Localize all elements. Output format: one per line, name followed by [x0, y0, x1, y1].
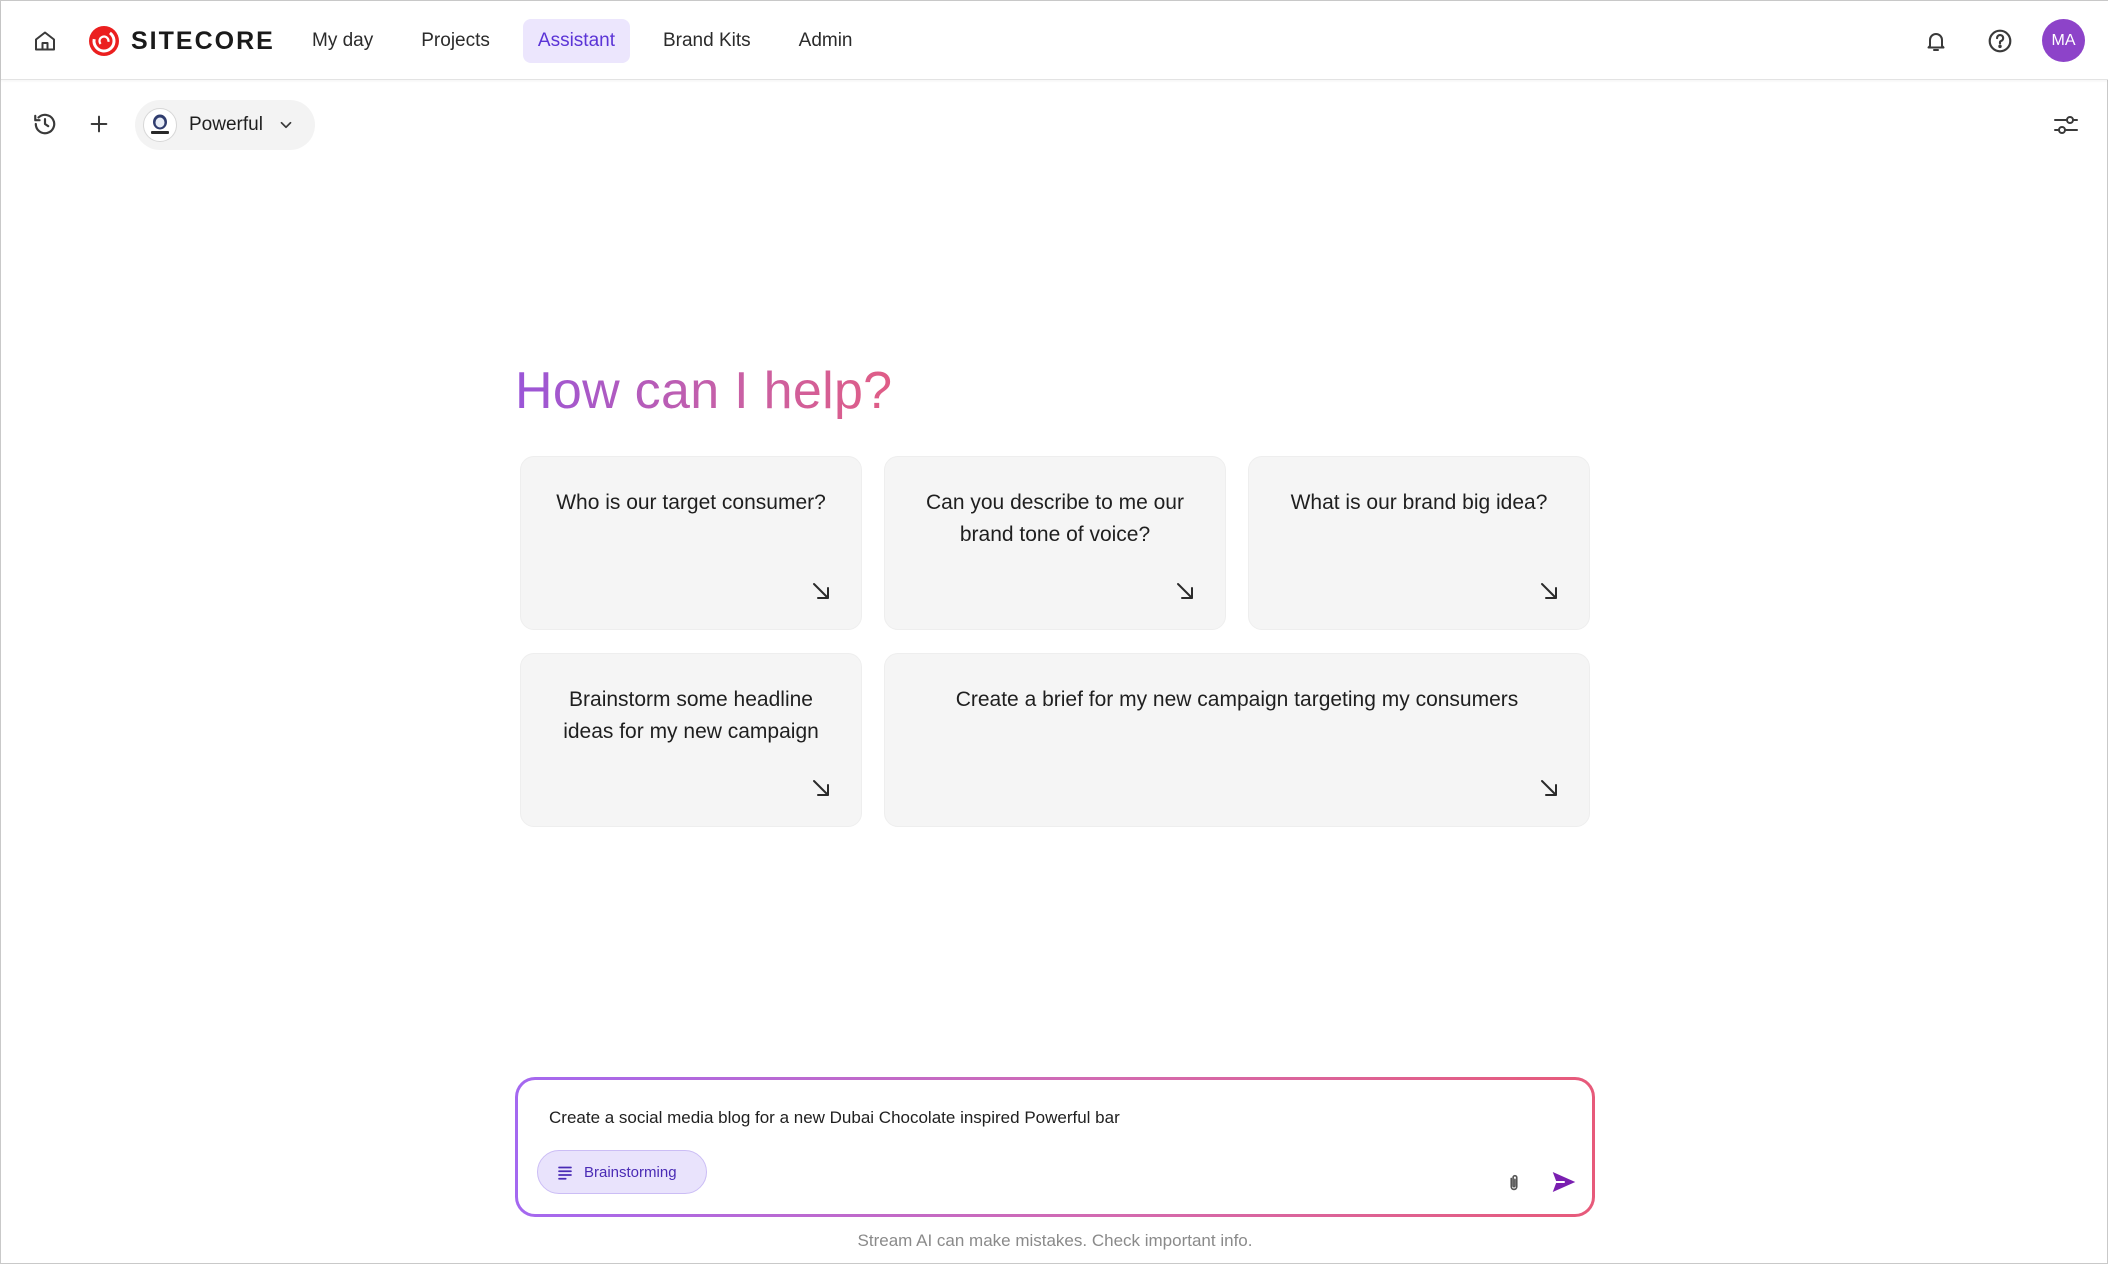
sitecore-logo[interactable]: SITECORE — [87, 23, 275, 59]
lines-icon — [558, 1166, 572, 1180]
nav-assistant[interactable]: Assistant — [522, 19, 630, 63]
send-button[interactable] — [1542, 1160, 1586, 1204]
prompt-composer: Create a social media blog for a new Dub… — [515, 1077, 1595, 1217]
arrow-down-right-icon — [813, 780, 829, 796]
suggestion-text: Brainstorm some headline ideas for my ne… — [563, 688, 819, 743]
history-button[interactable] — [25, 104, 65, 144]
suggestion-card[interactable]: Create a brief for my new campaign targe… — [884, 653, 1590, 827]
new-chat-button[interactable] — [79, 104, 119, 144]
app-window: SITECORE My day Projects Assistant Brand… — [0, 0, 2108, 1264]
notifications-button[interactable] — [1914, 19, 1958, 63]
suggestion-card[interactable]: Can you describe to me our brand tone of… — [884, 456, 1226, 630]
home-icon — [35, 31, 55, 51]
bell-icon — [1927, 33, 1945, 51]
sitecore-logo-icon — [89, 26, 119, 56]
nav-admin[interactable]: Admin — [784, 19, 868, 63]
help-icon — [1988, 29, 2012, 53]
chevron-down-icon — [277, 116, 295, 134]
nav-brand-kits[interactable]: Brand Kits — [648, 19, 766, 63]
brand-name: SITECORE — [131, 26, 275, 55]
plus-icon — [90, 115, 108, 133]
ai-disclaimer: Stream AI can make mistakes. Check impor… — [857, 1231, 1253, 1250]
suggestion-card[interactable]: Brainstorm some headline ideas for my ne… — [520, 653, 862, 827]
suggestion-card[interactable]: Who is our target consumer? — [520, 456, 862, 630]
main-nav: My day Projects Assistant Brand Kits Adm… — [297, 19, 886, 63]
page-headline: How can I help? — [515, 362, 893, 420]
suggestion-text: Create a brief for my new campaign targe… — [955, 688, 1519, 711]
suggestion-text: Who is our target consumer? — [556, 491, 826, 514]
arrow-down-right-icon — [1177, 583, 1193, 599]
help-button[interactable] — [1978, 19, 2022, 63]
prompt-composer-body: Create a social media blog for a new Dub… — [518, 1080, 1592, 1214]
model-label: Powerful — [189, 114, 263, 135]
home-button[interactable] — [23, 21, 67, 61]
nav-my-day[interactable]: My day — [297, 19, 388, 63]
arrow-down-right-icon — [1541, 583, 1557, 599]
mode-chip-label: Brainstorming — [584, 1163, 677, 1181]
suggestion-text: What is our brand big idea? — [1290, 491, 1548, 514]
attach-button[interactable] — [1496, 1165, 1532, 1201]
arrow-down-right-icon — [1541, 780, 1557, 796]
model-logo-icon — [143, 108, 177, 142]
send-icon — [1552, 1172, 1576, 1192]
history-icon — [34, 113, 56, 135]
arrow-down-right-icon — [813, 583, 829, 599]
prompt-input[interactable]: Create a social media blog for a new Dub… — [549, 1108, 1120, 1128]
suggestion-text: Can you describe to me our brand tone of… — [926, 491, 1184, 546]
settings-sliders-icon — [2054, 116, 2078, 134]
nav-projects[interactable]: Projects — [406, 19, 505, 63]
mode-chip-brainstorming[interactable]: Brainstorming — [537, 1150, 707, 1194]
model-selector[interactable]: Powerful — [135, 100, 315, 150]
user-avatar[interactable]: MA — [2042, 19, 2085, 62]
settings-button[interactable] — [2044, 103, 2088, 147]
top-navigation-bar: SITECORE My day Projects Assistant Brand… — [1, 1, 2108, 80]
paperclip-icon — [1510, 1174, 1518, 1191]
suggestion-card[interactable]: What is our brand big idea? — [1248, 456, 1590, 630]
